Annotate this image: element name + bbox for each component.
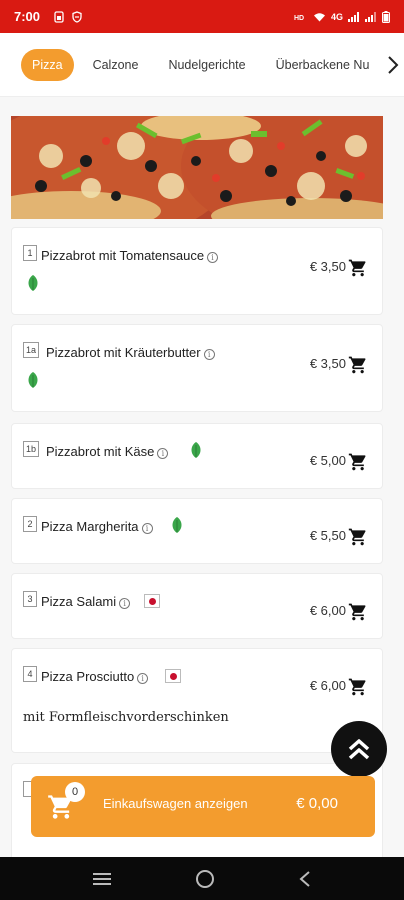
status-bar: 7:00 HD 4G (0, 0, 404, 33)
item-number: 1b (23, 441, 40, 457)
item-name: Pizzabrot mit Käse (46, 444, 155, 459)
item-number: 4 (23, 666, 37, 682)
tab-pizza[interactable]: Pizza (21, 49, 74, 81)
category-banner-image (11, 116, 383, 219)
item-number: 3 (23, 591, 37, 607)
tabs-row: Pizza Calzone Nudelgerichte Überbackene … (21, 49, 380, 81)
item-price: € 3,50 (309, 259, 346, 274)
view-cart-button[interactable]: 0 Einkaufswagen anzeigen € 0,00 (31, 776, 375, 837)
item-number: 2 (23, 516, 37, 532)
vegetarian-leaf-icon (28, 275, 38, 291)
back-icon[interactable] (298, 870, 312, 888)
recent-apps-icon[interactable] (92, 871, 112, 887)
status-time: 7:00 (14, 9, 41, 24)
item-name-row: Pizzabrot mit Tomatensauce i (41, 248, 219, 263)
item-name-row: Pizzabrot mit Käse i (46, 444, 169, 459)
vegetarian-leaf-icon (191, 442, 201, 458)
item-name: Pizzabrot mit Kräuterbutter (46, 345, 201, 360)
item-price: € 5,00 (309, 453, 346, 468)
menu-item-card[interactable]: 4 Pizza Prosciutto i € 6,00 mit Formfleis… (11, 648, 383, 753)
add-to-cart-icon[interactable] (348, 258, 368, 278)
info-icon[interactable]: i (137, 673, 149, 684)
sim-icon (54, 10, 64, 23)
item-description: mit Formfleischvorderschinken (23, 710, 229, 725)
item-name: Pizzabrot mit Tomatensauce (41, 248, 205, 263)
add-to-cart-icon[interactable] (348, 452, 368, 472)
signal-icon (348, 11, 359, 22)
cart-count-badge: 0 (65, 782, 85, 802)
menu-item-card[interactable]: 2 Pizza Margherita i € 5,50 (11, 498, 383, 564)
home-icon[interactable] (195, 869, 215, 889)
item-name: Pizza Prosciutto (41, 669, 135, 684)
item-name-row: Pizza Salami i (41, 594, 131, 609)
item-name: Pizza Salami (41, 594, 117, 609)
info-icon[interactable]: i (141, 523, 153, 534)
menu-item-card[interactable]: 1 Pizzabrot mit Tomatensauce i € 3,50 (11, 227, 383, 315)
volte-icon: HD (294, 15, 304, 22)
status-right: HD 4G (294, 10, 390, 23)
tab-nudelgerichte[interactable]: Nudelgerichte (157, 49, 256, 81)
item-price: € 6,00 (309, 603, 346, 618)
info-icon[interactable]: i (119, 598, 131, 609)
scroll-to-top-button[interactable] (331, 721, 387, 777)
vegetarian-leaf-icon (172, 517, 182, 533)
info-icon[interactable]: i (203, 349, 215, 360)
notification-icons (54, 10, 82, 23)
menu-item-card[interactable]: 1b Pizzabrot mit Käse i € 5,00 (11, 423, 383, 489)
svg-text:HD: HD (294, 15, 304, 22)
cart-total: € 0,00 (296, 795, 338, 812)
network-type: 4G (330, 11, 343, 22)
item-price: € 5,50 (309, 528, 346, 543)
tab-calzone[interactable]: Calzone (82, 49, 150, 81)
item-name-row: Pizzabrot mit Kräuterbutter i (46, 345, 215, 360)
info-icon[interactable]: i (207, 252, 219, 263)
pork-flag-icon (165, 669, 181, 683)
menu-item-card[interactable]: 1a Pizzabrot mit Kräuterbutter i € 3,50 (11, 324, 383, 412)
category-tabs: Pizza Calzone Nudelgerichte Überbackene … (0, 33, 404, 97)
double-chevron-up-icon (348, 739, 370, 760)
item-price: € 3,50 (309, 356, 346, 371)
item-number: 1 (23, 245, 37, 261)
tab-ueberbackene-nudeln[interactable]: Überbackene Nu (265, 49, 381, 81)
cart-label: Einkaufswagen anzeigen (103, 796, 248, 811)
item-number: 1a (23, 342, 40, 358)
item-name: Pizza Margherita (41, 519, 139, 534)
add-to-cart-icon[interactable] (348, 355, 368, 375)
signal-icon-2 (365, 11, 376, 22)
add-to-cart-icon[interactable] (348, 677, 368, 697)
wifi-icon (313, 12, 325, 21)
battery-icon (382, 10, 390, 23)
add-to-cart-icon[interactable] (348, 602, 368, 622)
add-to-cart-icon[interactable] (348, 527, 368, 547)
chevron-right-icon (388, 56, 399, 74)
item-price: € 6,00 (309, 678, 346, 693)
shield-icon (72, 10, 82, 23)
system-nav-bar (0, 857, 404, 900)
vegetarian-leaf-icon (28, 372, 38, 388)
menu-item-card[interactable]: 3 Pizza Salami i € 6,00 (11, 573, 383, 639)
info-icon[interactable]: i (157, 448, 169, 459)
item-name-row: Pizza Margherita i (41, 519, 153, 534)
tabs-next-button[interactable] (382, 33, 404, 96)
item-name-row: Pizza Prosciutto i (41, 669, 149, 684)
pork-flag-icon (144, 594, 160, 608)
